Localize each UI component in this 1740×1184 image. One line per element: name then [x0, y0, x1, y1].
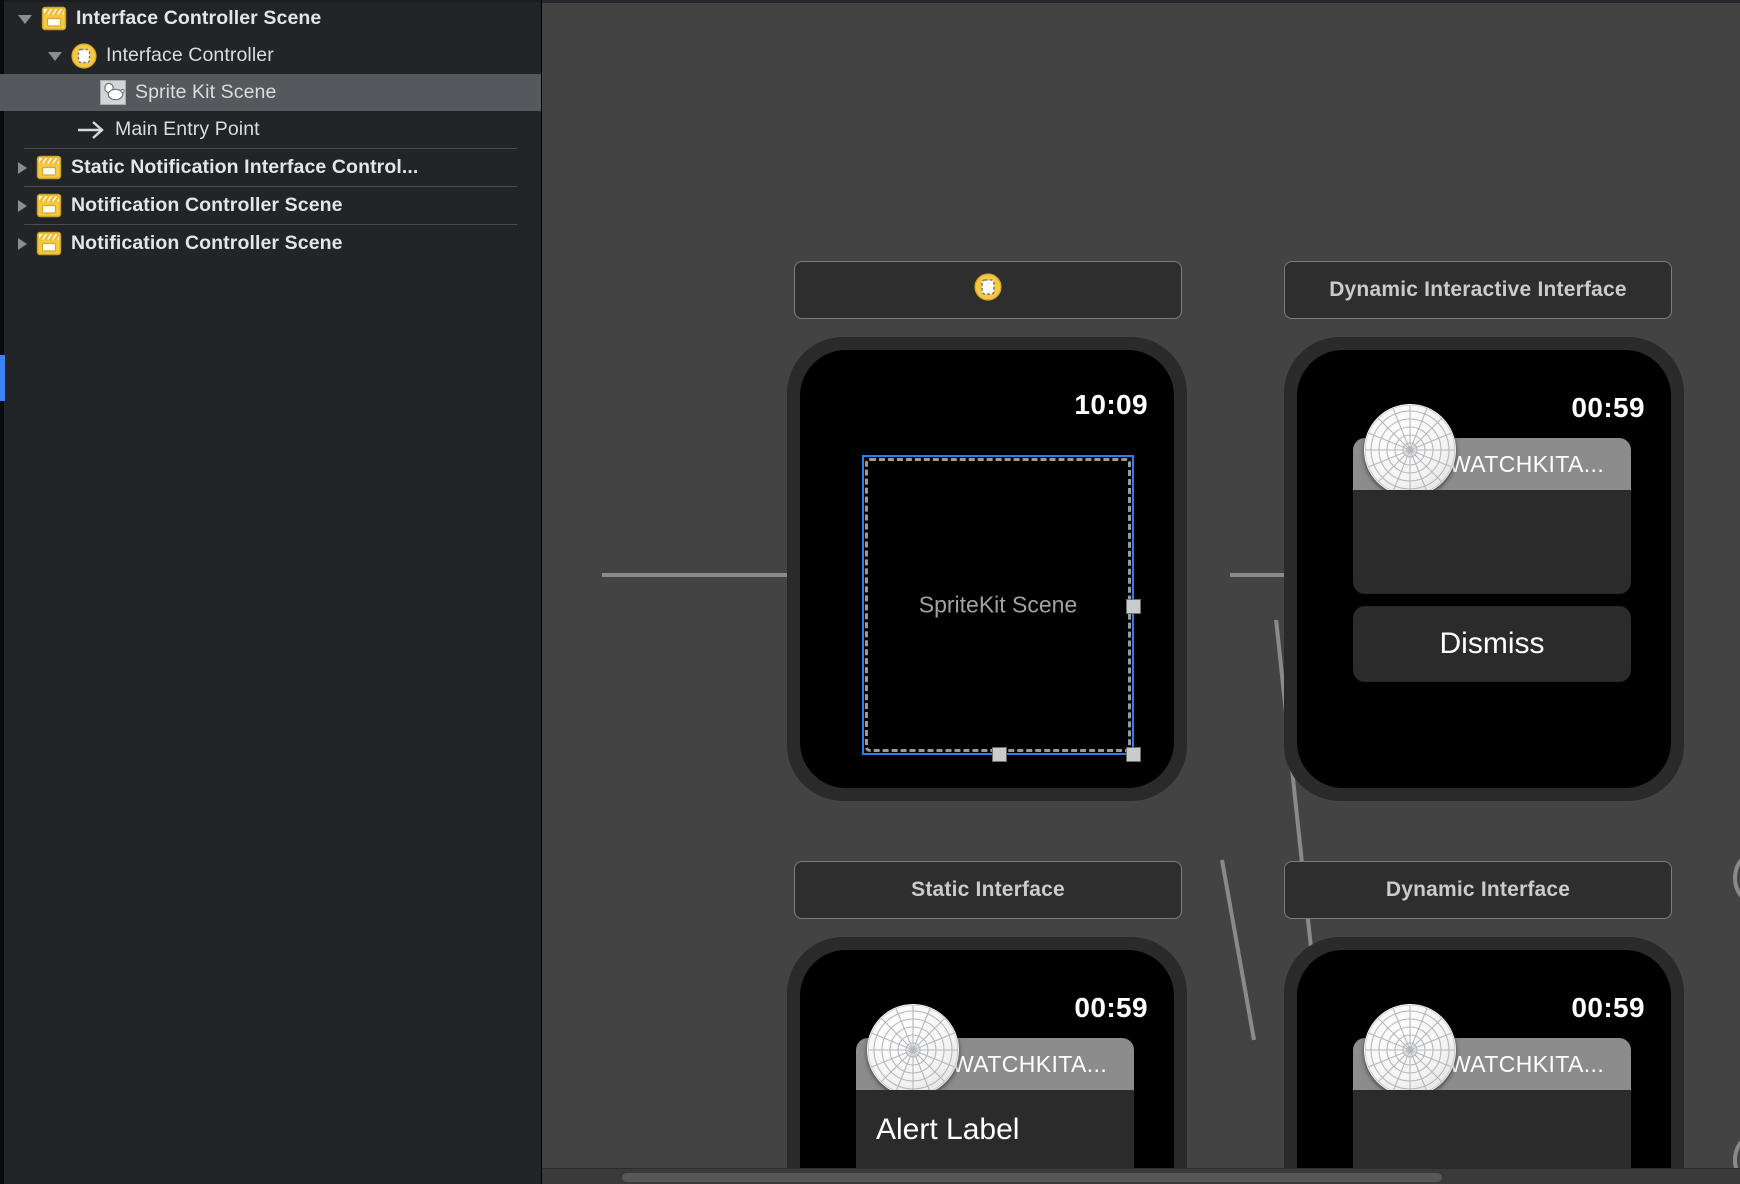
disclosure-triangle-open-icon[interactable] — [48, 52, 62, 61]
app-icon — [867, 1004, 959, 1096]
sidebar-item-main-entry-point[interactable]: Main Entry Point — [0, 111, 541, 148]
canvas-horizontal-scrollbar[interactable] — [542, 1168, 1740, 1184]
selection-handle-bottom-right[interactable] — [1126, 747, 1141, 762]
sidebar-item-interface-controller-scene[interactable]: Interface Controller Scene — [0, 0, 541, 37]
sidebar-item-label: Static Notification Interface Control... — [71, 156, 419, 178]
watch-screen: 00:59 WATCHKITA... — [800, 950, 1174, 1184]
watch-screen: 00:59 WATCHKITA... — [1297, 950, 1671, 1184]
notification-body — [1353, 490, 1631, 594]
disclosure-triangle-closed-icon[interactable] — [18, 237, 27, 250]
notification-app-name: WATCHKITA... — [952, 1050, 1108, 1077]
document-outline-panel: Interface Controller Scene Interface Con… — [0, 0, 542, 1184]
disclosure-triangle-closed-icon[interactable] — [18, 161, 27, 174]
spritekit-scene-placeholder[interactable]: SpriteKit Scene — [862, 455, 1141, 762]
xcode-storyboard-editor: Interface Controller Scene Interface Con… — [0, 0, 1740, 1184]
sidebar-item-static-notification-interface-controller[interactable]: Static Notification Interface Control... — [0, 149, 541, 186]
sidebar-item-sprite-kit-scene[interactable]: Sprite Kit Scene — [0, 74, 541, 111]
controller-icon — [974, 273, 1002, 307]
disclosure-triangle-closed-icon[interactable] — [18, 199, 27, 212]
scene-title-label: Dynamic Interactive Interface — [1329, 278, 1627, 301]
watch-device-static-interface[interactable]: 00:59 WATCHKITA... Alert Label — [787, 937, 1187, 1184]
watch-device-dynamic-interface[interactable]: 00:59 WATCHKITA... — [1284, 937, 1684, 1184]
scene-title-label: Dynamic Interface — [1385, 878, 1571, 901]
panel-resize-indicator[interactable] — [0, 355, 5, 401]
alert-label: Alert Label — [876, 1113, 1020, 1146]
scene-title-label: Static Interface — [911, 878, 1065, 901]
watch-device-interface-controller[interactable]: 10:09 SpriteKit Scene — [787, 337, 1187, 801]
selection-handle-bottom-middle[interactable] — [992, 747, 1007, 762]
sidebar-item-label: Notification Controller Scene — [71, 232, 343, 254]
placeholder-label: SpriteKit Scene — [918, 591, 1078, 618]
scene-icon — [36, 155, 62, 180]
watch-screen: 10:09 SpriteKit Scene — [800, 350, 1174, 788]
status-time: 00:59 — [1571, 992, 1645, 1023]
scene-title-interface-controller[interactable] — [794, 261, 1182, 319]
sidebar-item-label: Interface Controller Scene — [76, 7, 322, 29]
app-icon — [1364, 404, 1456, 496]
sidebar-item-label: Main Entry Point — [115, 118, 260, 140]
notification-app-name: WATCHKITA... — [1449, 450, 1605, 477]
spritekit-icon — [100, 80, 126, 105]
scene-title-dynamic-interface[interactable]: Dynamic Interface — [1284, 861, 1672, 919]
sidebar-item-label: Sprite Kit Scene — [135, 81, 277, 103]
selection-handle-right-middle[interactable] — [1126, 599, 1141, 614]
storyboard-canvas[interactable]: 10:09 SpriteKit Scene Dynamic Interactiv… — [542, 0, 1740, 1184]
sidebar-item-interface-controller[interactable]: Interface Controller — [0, 37, 541, 74]
sidebar-item-label: Notification Controller Scene — [71, 194, 343, 216]
status-time: 00:59 — [1074, 992, 1148, 1023]
dismiss-button-label: Dismiss — [1439, 627, 1545, 660]
controller-icon — [71, 42, 97, 69]
canvas-top-divider — [542, 0, 1740, 3]
scrollbar-thumb[interactable] — [622, 1173, 1442, 1182]
scene-icon — [36, 231, 62, 256]
app-icon — [1364, 1004, 1456, 1096]
dismiss-button[interactable]: Dismiss — [1353, 606, 1631, 682]
status-time: 10:09 — [1074, 389, 1148, 420]
sidebar-item-notification-controller-scene-1[interactable]: Notification Controller Scene — [0, 187, 541, 224]
scene-title-static-interface[interactable]: Static Interface — [794, 861, 1182, 919]
sidebar-item-notification-controller-scene-2[interactable]: Notification Controller Scene — [0, 225, 541, 262]
scene-title-dynamic-interactive-interface[interactable]: Dynamic Interactive Interface — [1284, 261, 1672, 319]
segue-badge-upper[interactable] — [1732, 846, 1740, 910]
disclosure-triangle-open-icon[interactable] — [18, 15, 32, 24]
scene-icon — [36, 193, 62, 218]
watch-device-dynamic-interactive-interface[interactable]: 00:59 WATCHKITA... Dismiss — [1284, 337, 1684, 801]
status-time: 00:59 — [1571, 392, 1645, 423]
watch-screen: 00:59 WATCHKITA... — [1297, 350, 1671, 788]
arrow-icon — [76, 119, 106, 141]
sidebar-item-label: Interface Controller — [106, 44, 274, 66]
notification-app-name: WATCHKITA... — [1449, 1050, 1605, 1077]
scene-icon — [41, 6, 67, 31]
